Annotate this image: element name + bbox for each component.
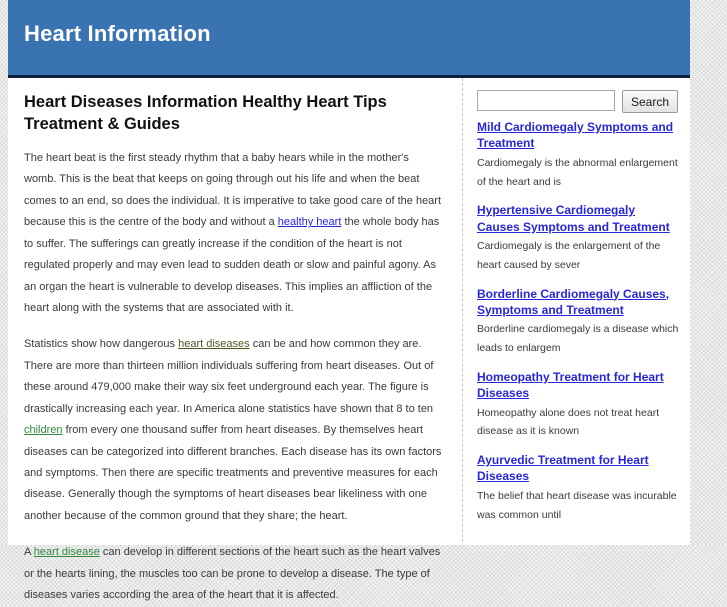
paragraph-2-text-before: Statistics show how dangerous xyxy=(24,338,179,351)
search-button[interactable]: Search xyxy=(622,90,679,113)
heart-diseases-link[interactable]: heart diseases xyxy=(178,338,250,350)
list-item: Homeopathy Treatment for Heart Diseases … xyxy=(477,369,680,441)
post-link-hypertensive-cardiomegaly[interactable]: Hypertensive Cardiomegaly Causes Symptom… xyxy=(477,202,680,235)
article-paragraph-2: Statistics show how dangerous heart dise… xyxy=(24,334,444,527)
search-form: Search xyxy=(477,90,680,113)
post-excerpt: Borderline cardiomegaly is a disease whi… xyxy=(477,323,679,355)
site-header: Heart Information xyxy=(8,0,690,78)
page-container: Heart Information Heart Diseases Informa… xyxy=(8,0,690,601)
post-link-homeopathy-treatment[interactable]: Homeopathy Treatment for Heart Diseases xyxy=(477,369,680,402)
main-content: Heart Diseases Information Healthy Heart… xyxy=(8,78,463,601)
post-excerpt: Cardiomegaly is the abnormal enlargement… xyxy=(477,156,678,188)
list-item: Hypertensive Cardiomegaly Causes Symptom… xyxy=(477,202,680,274)
article-paragraph-3: A heart disease can develop in different… xyxy=(24,542,444,606)
paragraph-2-text-after: from every one thousand suffer from hear… xyxy=(24,424,442,522)
list-item: Mild Cardiomegaly Symptoms and Treatment… xyxy=(477,119,680,191)
site-title: Heart Information xyxy=(24,21,211,46)
post-excerpt: Cardiomegaly is the enlargement of the h… xyxy=(477,240,661,271)
healthy-heart-link[interactable]: healthy heart xyxy=(278,216,342,228)
body-wrapper: Heart Diseases Information Healthy Heart… xyxy=(8,78,690,601)
children-link[interactable]: children xyxy=(24,424,63,436)
article-paragraph-1: The heart beat is the first steady rhyth… xyxy=(24,148,444,320)
post-link-mild-cardiomegaly[interactable]: Mild Cardiomegaly Symptoms and Treatment xyxy=(477,119,680,152)
paragraph-1-text-after: the whole body has to suffer. The suffer… xyxy=(24,216,440,314)
post-link-ayurvedic-treatment[interactable]: Ayurvedic Treatment for Heart Diseases xyxy=(477,452,680,485)
post-link-borderline-cardiomegaly[interactable]: Borderline Cardiomegaly Causes, Symptoms… xyxy=(477,286,680,319)
sidebar: Search Mild Cardiomegaly Symptoms and Tr… xyxy=(463,78,690,542)
search-input[interactable] xyxy=(477,90,615,111)
heart-disease-link[interactable]: heart disease xyxy=(34,546,100,558)
post-excerpt: The belief that heart disease was incura… xyxy=(477,489,677,521)
paragraph-3-text-before: A xyxy=(24,546,34,559)
recent-posts-list: Mild Cardiomegaly Symptoms and Treatment… xyxy=(477,119,680,524)
page-title: Heart Diseases Information Healthy Heart… xyxy=(24,93,387,133)
list-item: Ayurvedic Treatment for Heart Diseases T… xyxy=(477,452,680,524)
post-excerpt: Homeopathy alone does not treat heart di… xyxy=(477,406,660,438)
list-item: Borderline Cardiomegaly Causes, Symptoms… xyxy=(477,286,680,358)
